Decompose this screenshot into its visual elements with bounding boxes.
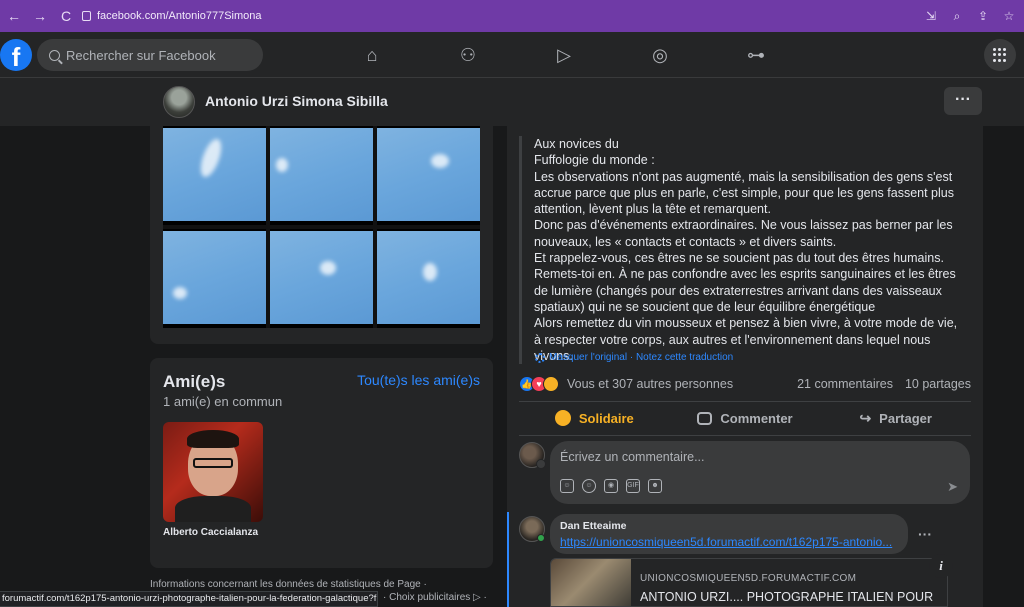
address-bar[interactable]: facebook.com/Antonio777Simona xyxy=(82,10,262,22)
photo-thumbnail[interactable] xyxy=(270,229,373,328)
comment-more-options[interactable]: ··· xyxy=(918,526,932,542)
forward-arrow-icon[interactable]: → xyxy=(32,8,48,24)
photos-card xyxy=(150,126,493,344)
share-button[interactable]: ↪ Partager xyxy=(820,402,971,434)
back-arrow-icon[interactable]: ← xyxy=(6,8,22,24)
emoji-icon[interactable]: ☺ xyxy=(582,479,596,493)
comment-author[interactable]: Dan Etteaime xyxy=(560,520,898,532)
search-input[interactable]: Rechercher sur Facebook xyxy=(37,39,263,71)
care-reaction-icon xyxy=(543,376,559,392)
facebook-top-bar: f Rechercher sur Facebook ⌂ ⚇ ▷ ◎ ⊶ xyxy=(0,32,1024,78)
friends-icon[interactable]: ⚇ xyxy=(456,43,480,67)
home-icon[interactable]: ⌂ xyxy=(360,43,384,67)
lock-icon xyxy=(82,11,91,21)
page-avatar[interactable] xyxy=(163,86,195,118)
comment-bubble-icon xyxy=(697,411,713,425)
post-actions: Solidaire Commenter ↪ Partager xyxy=(519,402,971,434)
page-header: Antonio Urzi Simona Sibilla ··· xyxy=(0,78,1024,126)
translation-text[interactable]: Masquer l'original · Notez cette traduct… xyxy=(549,352,733,363)
link-preview-title: ANTONIO URZI.... PHOTOGRAPHE ITALIEN POU… xyxy=(640,590,934,604)
photo-thumbnail[interactable] xyxy=(270,126,373,225)
post-text: Aux novices du Fuffologie du monde : Les… xyxy=(519,136,959,365)
post-line: Aux novices du xyxy=(534,137,619,151)
reactions-summary[interactable]: 👍 ♥ Vous et 307 autres personnes xyxy=(519,376,733,392)
sticker-icon[interactable]: ☻ xyxy=(648,479,662,493)
install-icon[interactable]: ⇲ xyxy=(924,9,938,23)
post-line: Et rappelez-vous, ces êtres ne se soucie… xyxy=(534,251,956,314)
camera-icon[interactable]: ◉ xyxy=(604,479,618,493)
friends-card: Ami(e)s Tou(te)s les ami(e)s 1 ami(e) en… xyxy=(150,358,493,568)
gif-icon[interactable]: GIF xyxy=(626,479,640,493)
more-options-button[interactable]: ··· xyxy=(944,87,982,115)
mutual-friends-count: 1 ami(e) en commun xyxy=(163,394,283,409)
footer-links-2[interactable]: · Choix publicitaires ▷ · xyxy=(383,592,487,603)
info-icon[interactable]: i xyxy=(929,554,953,578)
share-arrow-icon: ↪ xyxy=(859,409,872,426)
photo-thumbnail[interactable] xyxy=(377,126,480,225)
search-placeholder: Rechercher sur Facebook xyxy=(66,47,216,63)
comment-input[interactable]: Écrivez un commentaire... ☺ ☺ ◉ GIF ☻ ➤ xyxy=(550,441,970,504)
shares-count[interactable]: 10 partages xyxy=(905,377,971,391)
comment-bubble: Dan Etteaime https://unioncosmiqueen5d.f… xyxy=(550,514,908,554)
footer-links[interactable]: Informations concernant les données de s… xyxy=(150,579,427,590)
translation-links[interactable]: Masquer l'original · Notez cette traduct… xyxy=(535,352,733,363)
divider xyxy=(519,435,971,436)
link-preview-domain: UNIONCOSMIQUEEN5D.FORUMACTIF.COM xyxy=(640,573,857,584)
friends-title[interactable]: Ami(e)s xyxy=(163,372,225,392)
commenter-avatar[interactable] xyxy=(519,516,545,542)
post-line: Les observations n'ont pas augmenté, mai… xyxy=(534,169,954,217)
share-label: Partager xyxy=(879,410,932,426)
react-label: Solidaire xyxy=(578,410,634,426)
photo-thumbnail[interactable] xyxy=(377,229,480,328)
page-title[interactable]: Antonio Urzi Simona Sibilla xyxy=(205,93,388,109)
address-url: facebook.com/Antonio777Simona xyxy=(97,10,262,22)
comment-label: Commenter xyxy=(720,410,793,426)
groups-icon[interactable]: ◎ xyxy=(648,43,672,67)
browser-status-url: forumactif.com/t162p175-antonio-urzi-pho… xyxy=(0,591,378,607)
post-line: Donc pas d'événements extraordinaires. N… xyxy=(534,218,953,249)
reactions-text: Vous et 307 autres personnes xyxy=(567,377,734,391)
care-emoji-icon xyxy=(554,410,571,426)
zoom-icon[interactable]: ⌕ xyxy=(950,9,964,23)
comment-highlight-bar xyxy=(507,512,509,607)
post-line: Fuffologie du monde : xyxy=(534,153,655,168)
facebook-logo-icon[interactable]: f xyxy=(0,39,32,72)
watch-icon[interactable]: ▷ xyxy=(552,43,576,67)
link-preview[interactable]: UNIONCOSMIQUEEN5D.FORUMACTIF.COM ANTONIO… xyxy=(550,558,948,607)
avatar-sticker-icon[interactable]: ☺ xyxy=(560,479,574,493)
reload-icon[interactable]: C xyxy=(58,8,74,24)
react-button[interactable]: Solidaire xyxy=(519,402,670,434)
my-avatar[interactable] xyxy=(519,442,546,469)
send-icon[interactable]: ➤ xyxy=(947,479,958,495)
gaming-icon[interactable]: ⊶ xyxy=(744,43,768,67)
friend-name[interactable]: Alberto Caccialanza xyxy=(163,527,258,538)
comments-count[interactable]: 21 commentaires xyxy=(797,377,893,391)
browser-toolbar: ← → C facebook.com/Antonio777Simona ⇲ ⌕ … xyxy=(0,0,1024,32)
search-icon xyxy=(49,49,60,61)
friend-photo[interactable] xyxy=(163,422,263,522)
photo-grid xyxy=(163,126,480,328)
bookmark-star-icon[interactable]: ☆ xyxy=(1002,9,1016,23)
comment-placeholder: Écrivez un commentaire... xyxy=(560,450,705,464)
post-card: Aux novices du Fuffologie du monde : Les… xyxy=(507,126,983,607)
menu-grid-icon[interactable] xyxy=(984,39,1016,71)
photo-thumbnail[interactable] xyxy=(163,126,266,225)
share-page-icon[interactable]: ⇪ xyxy=(976,9,990,23)
comment-button[interactable]: Commenter xyxy=(670,402,821,434)
comment-link[interactable]: https://unioncosmiqueen5d.forumactif.com… xyxy=(560,535,898,549)
translate-gear-icon xyxy=(535,352,545,363)
link-preview-thumbnail xyxy=(551,559,631,606)
see-all-friends-link[interactable]: Tou(te)s les ami(e)s xyxy=(357,372,480,388)
photo-thumbnail[interactable] xyxy=(163,229,266,328)
